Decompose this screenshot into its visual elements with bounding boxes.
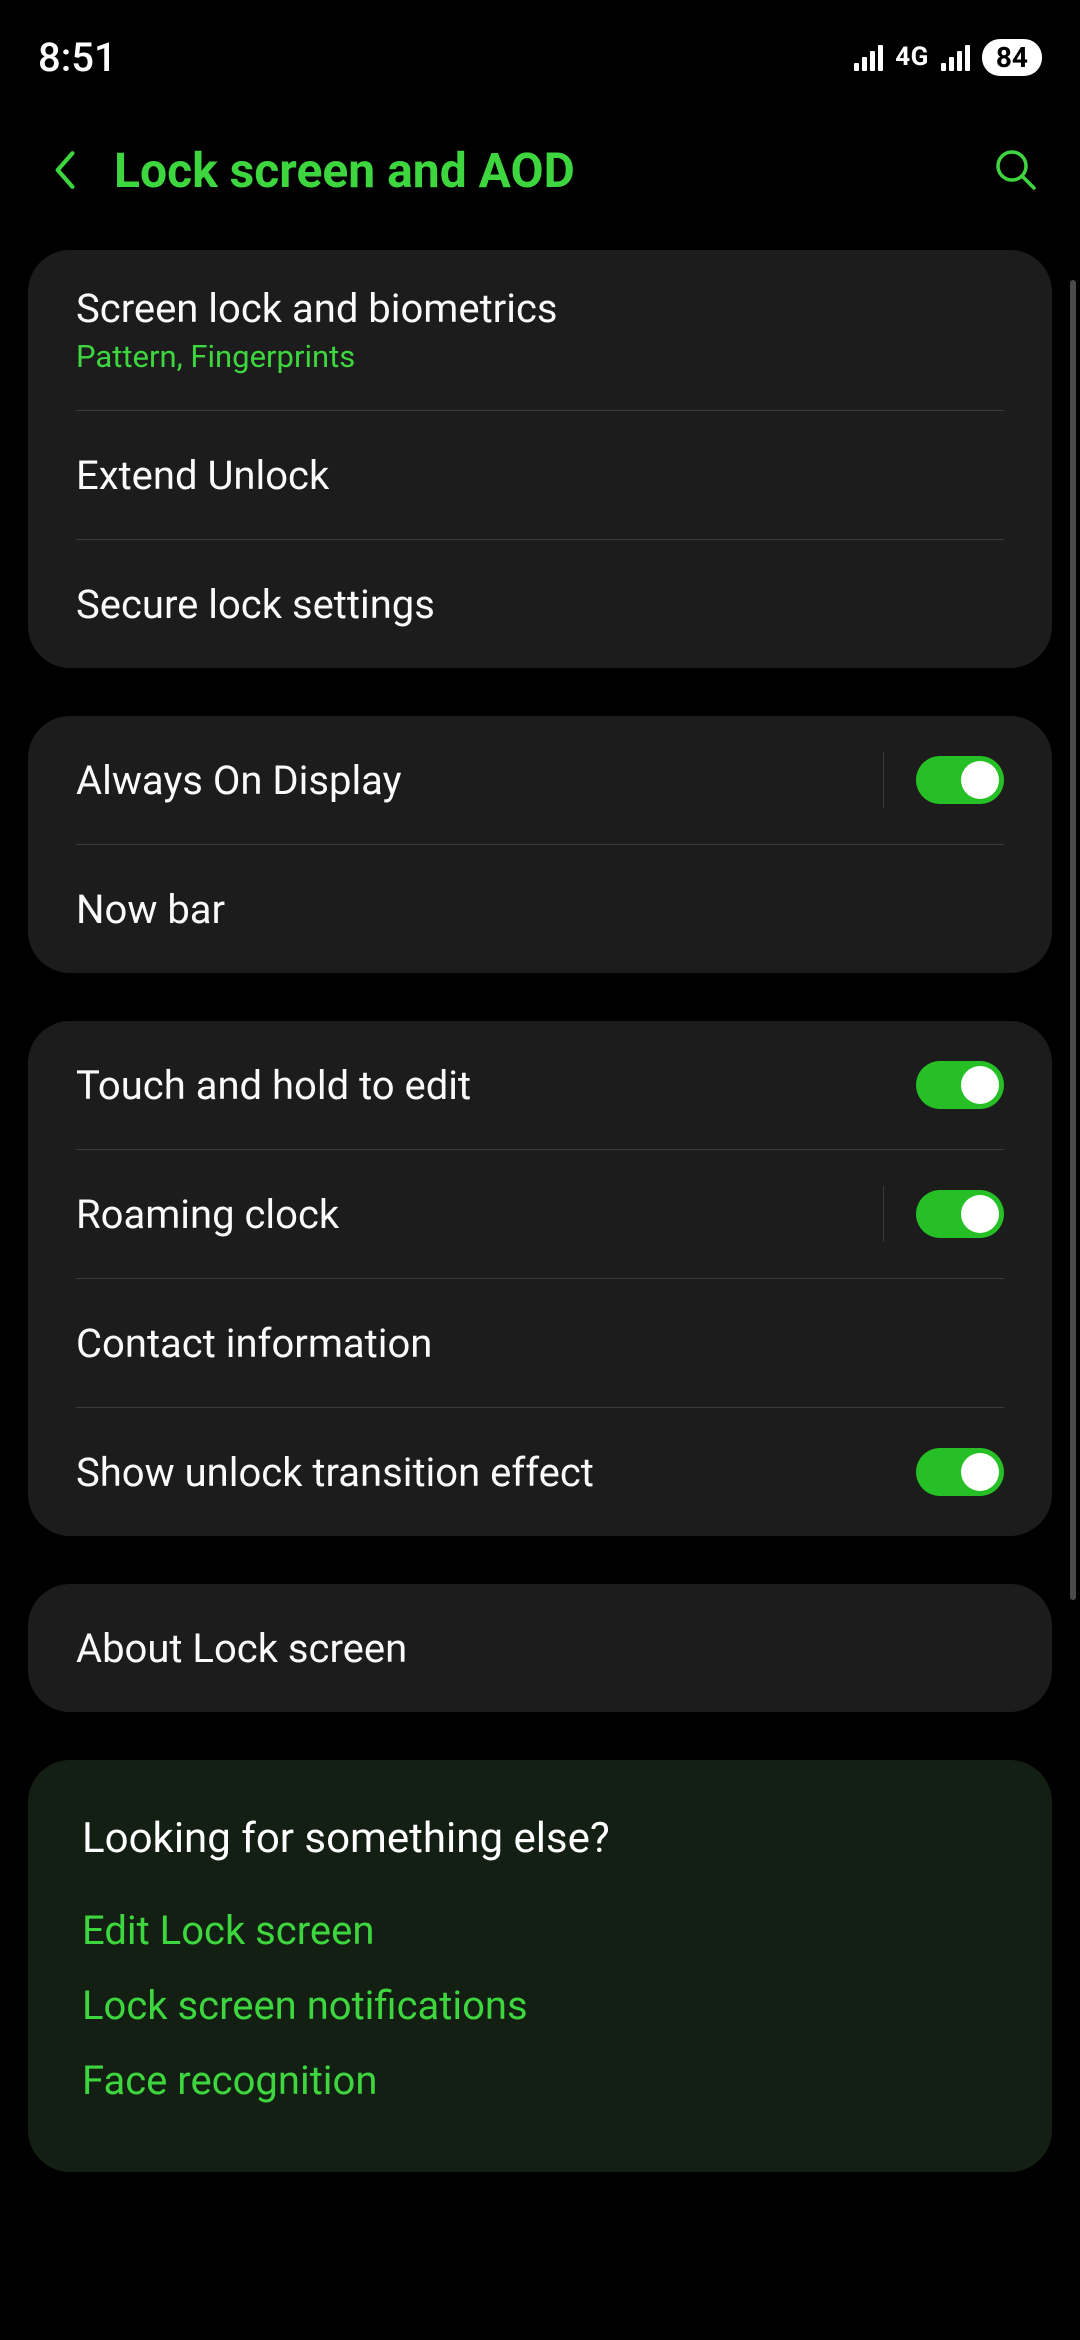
search-icon bbox=[994, 148, 1038, 192]
status-time: 8:51 bbox=[38, 34, 117, 81]
row-title: Contact information bbox=[76, 1320, 1004, 1367]
battery-indicator: 84 bbox=[982, 39, 1042, 76]
row-extend-unlock[interactable]: Extend Unlock bbox=[28, 411, 1052, 539]
toggle-roaming-clock[interactable] bbox=[916, 1190, 1004, 1238]
network-label: 4G bbox=[895, 42, 929, 72]
suggestion-lock-screen-notifications[interactable]: Lock screen notifications bbox=[82, 1982, 998, 2029]
search-button[interactable] bbox=[986, 140, 1046, 200]
status-bar: 8:51 4G 84 bbox=[0, 0, 1080, 90]
row-title: Touch and hold to edit bbox=[76, 1062, 916, 1109]
toggle-unlock-transition[interactable] bbox=[916, 1448, 1004, 1496]
signal-icon bbox=[854, 43, 883, 71]
row-contact-information[interactable]: Contact information bbox=[28, 1279, 1052, 1407]
toggle-touch-hold-edit[interactable] bbox=[916, 1061, 1004, 1109]
back-button[interactable] bbox=[34, 140, 94, 200]
settings-group-security: Screen lock and biometrics Pattern, Fing… bbox=[28, 250, 1052, 668]
suggestion-face-recognition[interactable]: Face recognition bbox=[82, 2057, 998, 2104]
row-subtitle: Pattern, Fingerprints bbox=[76, 338, 1004, 375]
row-screen-lock-biometrics[interactable]: Screen lock and biometrics Pattern, Fing… bbox=[28, 250, 1052, 410]
settings-group-display: Touch and hold to edit Roaming clock Con… bbox=[28, 1021, 1052, 1536]
row-title: Roaming clock bbox=[76, 1191, 883, 1238]
row-title: Extend Unlock bbox=[76, 452, 1004, 499]
row-title: About Lock screen bbox=[76, 1625, 1004, 1672]
toggle-always-on-display[interactable] bbox=[916, 756, 1004, 804]
suggestion-edit-lock-screen[interactable]: Edit Lock screen bbox=[82, 1907, 998, 1954]
content: Screen lock and biometrics Pattern, Fing… bbox=[0, 250, 1080, 2172]
status-right: 4G 84 bbox=[854, 39, 1042, 76]
row-unlock-transition[interactable]: Show unlock transition effect bbox=[28, 1408, 1052, 1536]
scrollbar[interactable] bbox=[1070, 280, 1076, 1600]
row-always-on-display[interactable]: Always On Display bbox=[28, 716, 1052, 844]
row-title: Secure lock settings bbox=[76, 581, 1004, 628]
divider-vertical bbox=[883, 752, 884, 808]
row-roaming-clock[interactable]: Roaming clock bbox=[28, 1150, 1052, 1278]
row-about-lock-screen[interactable]: About Lock screen bbox=[28, 1584, 1052, 1712]
row-touch-hold-edit[interactable]: Touch and hold to edit bbox=[28, 1021, 1052, 1149]
signal-icon-2 bbox=[941, 43, 970, 71]
page-header: Lock screen and AOD bbox=[0, 90, 1080, 250]
settings-group-aod: Always On Display Now bar bbox=[28, 716, 1052, 973]
row-secure-lock-settings[interactable]: Secure lock settings bbox=[28, 540, 1052, 668]
row-title: Screen lock and biometrics bbox=[76, 285, 1004, 332]
page-title: Lock screen and AOD bbox=[114, 142, 986, 199]
settings-group-about: About Lock screen bbox=[28, 1584, 1052, 1712]
row-now-bar[interactable]: Now bar bbox=[28, 845, 1052, 973]
row-title: Always On Display bbox=[76, 757, 883, 804]
suggestions-title: Looking for something else? bbox=[82, 1814, 998, 1863]
chevron-left-icon bbox=[51, 149, 77, 191]
row-title: Now bar bbox=[76, 886, 1004, 933]
row-title: Show unlock transition effect bbox=[76, 1449, 916, 1496]
suggestions-card: Looking for something else? Edit Lock sc… bbox=[28, 1760, 1052, 2172]
divider-vertical bbox=[883, 1186, 884, 1242]
